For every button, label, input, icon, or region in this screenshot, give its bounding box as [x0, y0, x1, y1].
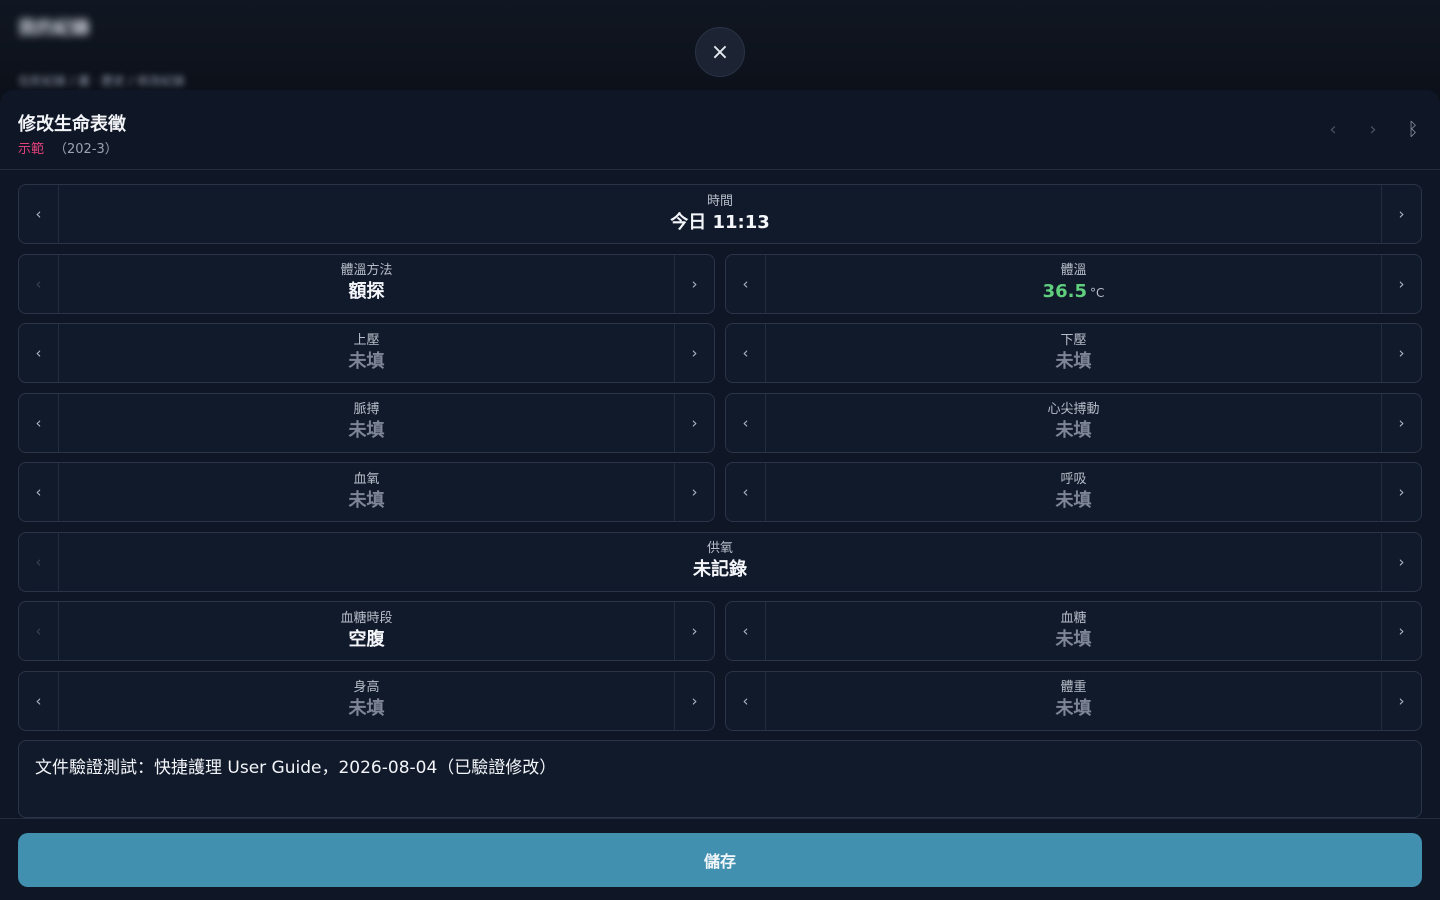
backdrop-title: 我的紀錄 [18, 18, 90, 39]
oxygen-next-button[interactable]: › [1381, 532, 1421, 591]
height-label: 身高 [353, 680, 380, 695]
temperature-unit: °C [1090, 285, 1105, 300]
header-actions: ‹ › ᛒ [1320, 116, 1426, 142]
temperature-field: ‹ 體溫 36.5 °C › [725, 253, 1422, 314]
pulse-prev-button[interactable]: ‹ [19, 393, 59, 452]
weight-prev-button[interactable]: ‹ [726, 671, 766, 730]
room-label: （202-3） [54, 142, 118, 157]
note-textarea[interactable]: 文件驗證測試：快捷護理 User Guide，2026-08-04（已驗證修改） [18, 740, 1422, 818]
diastolic-label: 下壓 [1060, 332, 1087, 348]
vitals-sheet: 修改生命表徵 示範 （202-3） ‹ › ᛒ ‹ 時間 今日 11:13 › ‹ [0, 90, 1440, 900]
weight-next-button[interactable]: › [1381, 671, 1421, 730]
glucose-field: ‹ 血糖 未填 › [725, 601, 1422, 661]
spo2-next-button[interactable]: › [674, 463, 714, 521]
bluetooth-icon[interactable]: ᛒ [1400, 116, 1426, 142]
diastolic-value[interactable]: 未填 [1056, 350, 1092, 374]
weight-field: ‹ 體重 未填 › [725, 670, 1422, 731]
spo2-prev-button[interactable]: ‹ [19, 463, 59, 521]
temp-method-value[interactable]: 額探 [349, 280, 385, 304]
prev-record-icon[interactable]: ‹ [1320, 116, 1346, 142]
spo2-field: ‹ 血氧 未填 › [18, 462, 715, 522]
resident-subtitle: 示範 （202-3） [18, 138, 118, 157]
temperature-next-button[interactable]: › [1381, 254, 1421, 313]
temp-method-label: 體溫方法 [340, 263, 393, 278]
pulse-value[interactable]: 未填 [349, 419, 385, 443]
glucose-period-prev-button[interactable]: ‹ [19, 602, 59, 660]
glucose-prev-button[interactable]: ‹ [726, 602, 766, 660]
glucose-next-button[interactable]: › [1381, 602, 1421, 660]
height-prev-button[interactable]: ‹ [19, 671, 59, 730]
respiration-prev-button[interactable]: ‹ [726, 463, 766, 521]
oxygen-field: ‹ 供氧 未記錄 › [18, 531, 1422, 592]
next-record-icon[interactable]: › [1360, 116, 1386, 142]
time-next-button[interactable]: › [1381, 185, 1421, 243]
time-value[interactable]: 今日 11:13 [670, 211, 770, 235]
systolic-field: ‹ 上壓 未填 › [18, 323, 715, 383]
systolic-value[interactable]: 未填 [349, 350, 385, 374]
oxygen-prev-button[interactable]: ‹ [19, 532, 59, 591]
respiration-next-button[interactable]: › [1381, 463, 1421, 521]
temperature-label: 體溫 [1060, 262, 1087, 278]
time-field: ‹ 時間 今日 11:13 › [18, 184, 1422, 244]
temp-method-field: ‹ 體溫方法 額探 › [18, 253, 715, 314]
respiration-field: ‹ 呼吸 未填 › [725, 462, 1422, 522]
height-value[interactable]: 未填 [349, 697, 385, 721]
oxygen-label: 供氧 [706, 541, 733, 556]
temp-method-next-button[interactable]: › [674, 254, 714, 313]
save-button[interactable]: 儲存 [18, 833, 1422, 887]
temperature-value: 36.5 [1042, 280, 1088, 302]
oxygen-value[interactable]: 未記錄 [693, 558, 747, 582]
spo2-label: 血氧 [353, 471, 380, 487]
glucose-period-value[interactable]: 空腹 [349, 628, 385, 652]
diastolic-next-button[interactable]: › [1381, 324, 1421, 382]
spo2-value[interactable]: 未填 [349, 489, 385, 513]
glucose-label: 血糖 [1060, 610, 1087, 626]
sheet-footer: 儲存 [0, 818, 1440, 900]
page-title: 修改生命表徵 [18, 114, 126, 135]
apical-label: 心尖搏動 [1047, 402, 1100, 417]
glucose-period-next-button[interactable]: › [674, 602, 714, 660]
respiration-label: 呼吸 [1060, 471, 1087, 487]
temperature-prev-button[interactable]: ‹ [726, 254, 766, 313]
diastolic-field: ‹ 下壓 未填 › [725, 323, 1422, 383]
close-button[interactable]: × [695, 27, 745, 77]
apical-field: ‹ 心尖搏動 未填 › [725, 392, 1422, 453]
glucose-value[interactable]: 未填 [1056, 628, 1092, 652]
pulse-field: ‹ 脈搏 未填 › [18, 392, 715, 453]
glucose-period-label: 血糖時段 [340, 610, 393, 626]
systolic-label: 上壓 [353, 332, 380, 348]
temperature-value-wrap[interactable]: 36.5 °C [1043, 280, 1105, 305]
demo-label: 示範 [18, 142, 45, 157]
height-field: ‹ 身高 未填 › [18, 670, 715, 731]
apical-prev-button[interactable]: ‹ [726, 393, 766, 452]
apical-value[interactable]: 未填 [1056, 419, 1092, 443]
systolic-prev-button[interactable]: ‹ [19, 324, 59, 382]
temp-method-prev-button[interactable]: ‹ [19, 254, 59, 313]
time-label: 時間 [706, 193, 733, 209]
time-prev-button[interactable]: ‹ [19, 185, 59, 243]
pulse-label: 脈搏 [353, 402, 380, 417]
apical-next-button[interactable]: › [1381, 393, 1421, 452]
sheet-header: 修改生命表徵 示範 （202-3） ‹ › ᛒ [0, 90, 1440, 170]
weight-value[interactable]: 未填 [1056, 697, 1092, 721]
pulse-next-button[interactable]: › [674, 393, 714, 452]
close-icon: × [710, 39, 730, 65]
respiration-value[interactable]: 未填 [1056, 489, 1092, 513]
systolic-next-button[interactable]: › [674, 324, 714, 382]
height-next-button[interactable]: › [674, 671, 714, 730]
diastolic-prev-button[interactable]: ‹ [726, 324, 766, 382]
vitals-form: ‹ 時間 今日 11:13 › ‹ 體溫方法 額探 › ‹ 體溫 36.5 °C… [18, 184, 1422, 818]
glucose-period-field: ‹ 血糖時段 空腹 › [18, 601, 715, 661]
backdrop-breadcrumb: 住民紀錄 / 護 · 歷史 / 修改紀錄 [18, 74, 185, 88]
weight-label: 體重 [1060, 680, 1087, 695]
